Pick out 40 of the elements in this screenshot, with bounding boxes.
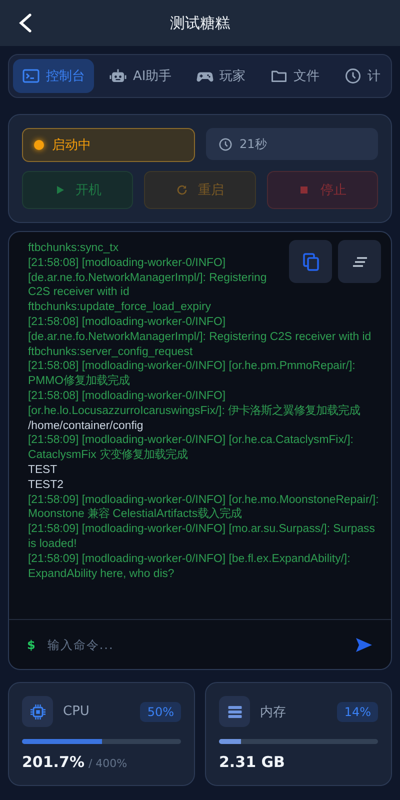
log-line: TEST — [28, 462, 58, 478]
stat-value: 2.31 GB — [219, 753, 285, 771]
log-line: /home/container/config — [28, 418, 144, 434]
robot-icon — [109, 67, 127, 85]
copy-icon — [302, 252, 318, 270]
log-line: [21:58:08] [modloading-worker-0/INFO] [de.ar.ne.fo.NetworkManagerImpl/]: Registering C2S receiver with id ftbchunks:server_config_request — [28, 314, 372, 360]
send-icon[interactable] — [355, 636, 373, 652]
log-line: [21:58:09] [modloading-worker-0/INFO] [or.he.mo.MoonstoneRepair/]: Moonstone 兼容 CelestialArtifacts载入完成 — [28, 492, 380, 522]
log-line: [21:58:09] [modloading-worker-0/INFO] [or.he.ca.CataclysmFix/]: CataclysmFix 灾变修复加载完成 — [28, 433, 354, 463]
tab[interactable]: 文件 — [260, 59, 329, 93]
page-title: 测试糖糕 — [170, 14, 230, 32]
copy-button[interactable] — [289, 240, 332, 283]
log-line: TEST2 — [28, 478, 64, 493]
uptime-text: 21秒 — [240, 136, 267, 152]
stat-label: 内存 — [260, 704, 287, 720]
tab[interactable]: 玩家 — [186, 59, 255, 93]
stop-icon — [298, 184, 310, 196]
percent-badge: 14% — [337, 702, 378, 722]
stat-limit: / 400% — [88, 757, 128, 770]
log-line: [21:58:08] [modloading-worker-0/INFO] [or.he.pm.PmmoRepair/]: PMMO修复加载完成 — [28, 359, 356, 389]
restart-icon — [176, 184, 188, 196]
terminal-icon — [22, 67, 40, 85]
status-label: 启动中 — [52, 137, 91, 154]
stat-label: CPU — [63, 704, 90, 719]
clock-icon — [344, 67, 362, 85]
prompt-sign: $ — [27, 638, 36, 652]
log-line: [21:58:09] [modloading-worker-0/INFO] [be.fl.ex.ExpandAbility/]: ExpandAbility here, who dis? — [28, 552, 352, 582]
percent-badge: 50% — [140, 702, 181, 722]
command-input[interactable]: 输入命令... — [45, 636, 345, 652]
tab[interactable]: AI助手 — [100, 59, 181, 93]
stat-value: 201.7% — [22, 753, 84, 771]
clear-button[interactable] — [338, 240, 381, 283]
log-line: [21:58:09] [modloading-worker-0/INFO] [mo.ar.su.Surpass/]: Surpass is loaded! — [28, 522, 376, 552]
tab[interactable]: 计 — [334, 59, 390, 93]
log-line: ftbchunks:sync_tx — [28, 241, 120, 256]
chip-icon — [28, 702, 46, 720]
lines-icon — [352, 256, 366, 266]
log-line: [21:58:08] [modloading-worker-0/INFO] [or.he.lo.LocusazzurroIcaruswingsFix/]: 伊卡洛斯之翼修复加载完成 — [28, 388, 362, 419]
log-line: [21:58:08] [modloading-worker-0/INFO] [de.ar.ne.fo.NetworkManagerImpl/]: Registering C2S receiver with id ftbchunks:update_force_load_expiry — [28, 256, 268, 315]
clock-icon — [218, 136, 232, 152]
